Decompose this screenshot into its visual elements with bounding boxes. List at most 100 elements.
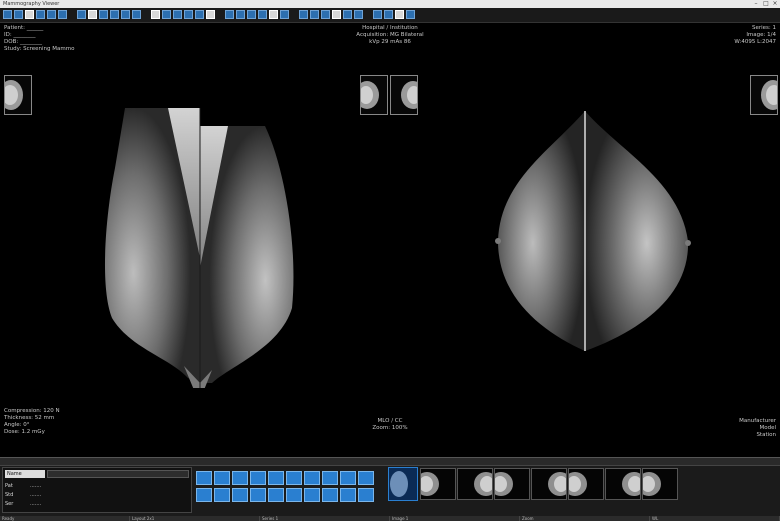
series-thumbnail[interactable] [568, 468, 604, 500]
toolbar-button[interactable] [406, 10, 415, 19]
status-segment: WL [650, 516, 780, 521]
thumbnail-left[interactable] [4, 75, 32, 115]
overlay-top-left: Patient: ______ ID: ________ DOB: ______… [4, 25, 74, 53]
status-segment: Image 1 [390, 516, 520, 521]
layout-button[interactable] [358, 471, 374, 485]
toolbar-button[interactable] [132, 10, 141, 19]
toolbar-button[interactable] [206, 10, 215, 19]
toolbar-button[interactable] [225, 10, 234, 19]
close-icon[interactable]: × [771, 0, 779, 8]
overlay-top-center: Hospital / Institution Acquisition: MG B… [290, 25, 490, 46]
layout-button-grid [196, 467, 384, 513]
toolbar-button[interactable] [121, 10, 130, 19]
active-series-thumbnail[interactable] [388, 467, 418, 501]
toolbar-button[interactable] [151, 10, 160, 19]
layout-button[interactable] [232, 488, 248, 502]
info-row: Std....... [5, 491, 189, 500]
toolbar-button[interactable] [36, 10, 45, 19]
info-row-value: ....... [30, 492, 42, 498]
overlay-line: Zoom: 100% [372, 425, 408, 431]
series-thumbnail[interactable] [642, 468, 678, 500]
overlay-bottom-center: MLO / CC Zoom: 100% [290, 418, 490, 432]
status-segment: Zoom [520, 516, 650, 521]
toolbar-button[interactable] [280, 10, 289, 19]
toolbar-button[interactable] [269, 10, 278, 19]
name-field[interactable] [47, 470, 189, 478]
image-viewport[interactable]: Patient: ______ ID: ________ DOB: ______… [0, 23, 780, 457]
toolbar-button[interactable] [173, 10, 182, 19]
layout-button[interactable] [286, 471, 302, 485]
info-row-label: Std [5, 492, 14, 498]
toolbar-button[interactable] [47, 10, 56, 19]
info-row: Ser....... [5, 500, 189, 509]
layout-button[interactable] [322, 471, 338, 485]
overlay-line: Study: Screening Mammo [4, 46, 75, 52]
toolbar-button[interactable] [343, 10, 352, 19]
toolbar-button[interactable] [58, 10, 67, 19]
overlay-line: Station [756, 432, 776, 438]
layout-button[interactable] [196, 488, 212, 502]
layout-button[interactable] [232, 471, 248, 485]
layout-button[interactable] [214, 488, 230, 502]
toolbar-button[interactable] [354, 10, 363, 19]
info-row-value: ....... [30, 483, 42, 489]
minimize-icon[interactable]: – [752, 0, 760, 8]
window-title: Mammography Viewer [3, 1, 60, 7]
patient-info-panel: Name Pat....... Std....... Ser....... [2, 467, 192, 513]
info-row-label: Ser [5, 501, 14, 507]
status-segment: Ready [0, 516, 130, 521]
layout-button[interactable] [340, 488, 356, 502]
toolbar-button[interactable] [384, 10, 393, 19]
overlay-line: Model [759, 425, 776, 431]
layout-button[interactable] [268, 488, 284, 502]
layout-button[interactable] [322, 488, 338, 502]
thumbnail-center-1[interactable] [360, 75, 388, 115]
toolbar-button[interactable] [332, 10, 341, 19]
layout-button[interactable] [250, 471, 266, 485]
series-thumbnail[interactable] [494, 468, 530, 500]
layout-button[interactable] [286, 488, 302, 502]
layout-button[interactable] [250, 488, 266, 502]
toolbar-button[interactable] [14, 10, 23, 19]
layout-button[interactable] [214, 471, 230, 485]
toolbar-button[interactable] [258, 10, 267, 19]
toolbar-button[interactable] [25, 10, 34, 19]
overlay-line: Acquisition: MG Bilateral [356, 32, 424, 38]
layout-button[interactable] [304, 471, 320, 485]
toolbar-button[interactable] [184, 10, 193, 19]
series-thumbnail[interactable] [531, 468, 567, 500]
toolbar-button[interactable] [247, 10, 256, 19]
mammogram-mlo-image[interactable] [100, 108, 310, 388]
toolbar-button[interactable] [395, 10, 404, 19]
maximize-icon[interactable]: □ [762, 0, 770, 8]
toolbar [0, 8, 780, 23]
toolbar-button[interactable] [77, 10, 86, 19]
toolbar-button[interactable] [3, 10, 12, 19]
layout-button[interactable] [196, 471, 212, 485]
overlay-line: Hospital / Institution [362, 25, 418, 31]
overlay-bottom-right: Manufacturer Model Station [739, 418, 776, 439]
thumbnail-center-2[interactable] [390, 75, 418, 115]
toolbar-button[interactable] [110, 10, 119, 19]
toolbar-button[interactable] [310, 10, 319, 19]
series-thumbnail[interactable] [420, 468, 456, 500]
name-field-label: Name [5, 470, 45, 478]
mammogram-cc-image[interactable] [490, 111, 700, 361]
layout-button[interactable] [304, 488, 320, 502]
series-thumbnail[interactable] [457, 468, 493, 500]
toolbar-button[interactable] [162, 10, 171, 19]
series-thumbnail[interactable] [605, 468, 641, 500]
toolbar-button[interactable] [299, 10, 308, 19]
layout-button[interactable] [268, 471, 284, 485]
layout-button[interactable] [358, 488, 374, 502]
thumbnail-right[interactable] [750, 75, 778, 115]
overlay-line: ID: ________ [4, 32, 36, 38]
overlay-line: kVp 29 mAs 86 [369, 39, 411, 45]
toolbar-button[interactable] [99, 10, 108, 19]
toolbar-button[interactable] [195, 10, 204, 19]
toolbar-button[interactable] [321, 10, 330, 19]
toolbar-button[interactable] [88, 10, 97, 19]
layout-button[interactable] [340, 471, 356, 485]
toolbar-button[interactable] [236, 10, 245, 19]
toolbar-button[interactable] [373, 10, 382, 19]
